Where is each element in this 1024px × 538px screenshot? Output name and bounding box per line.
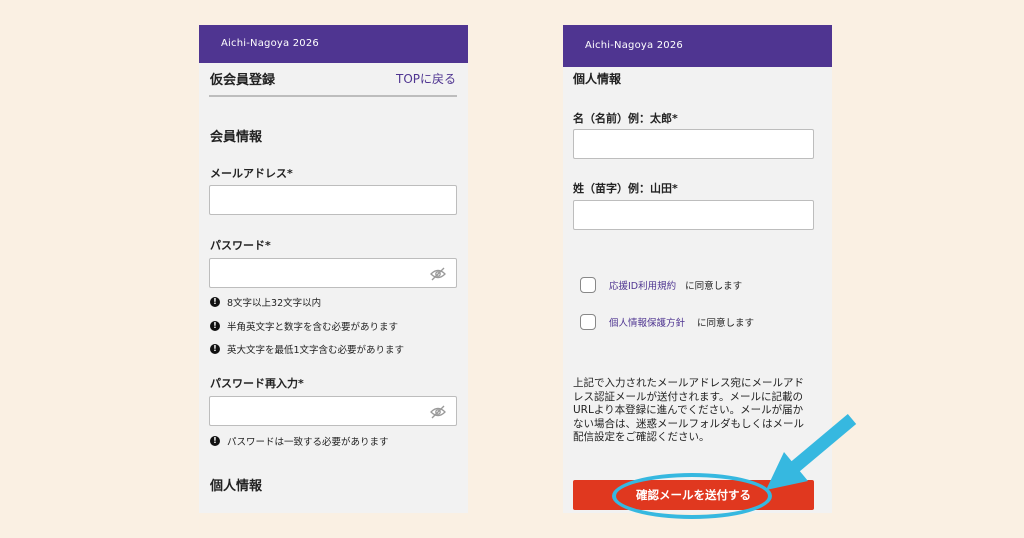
pointer-arrow-icon [766,414,857,490]
